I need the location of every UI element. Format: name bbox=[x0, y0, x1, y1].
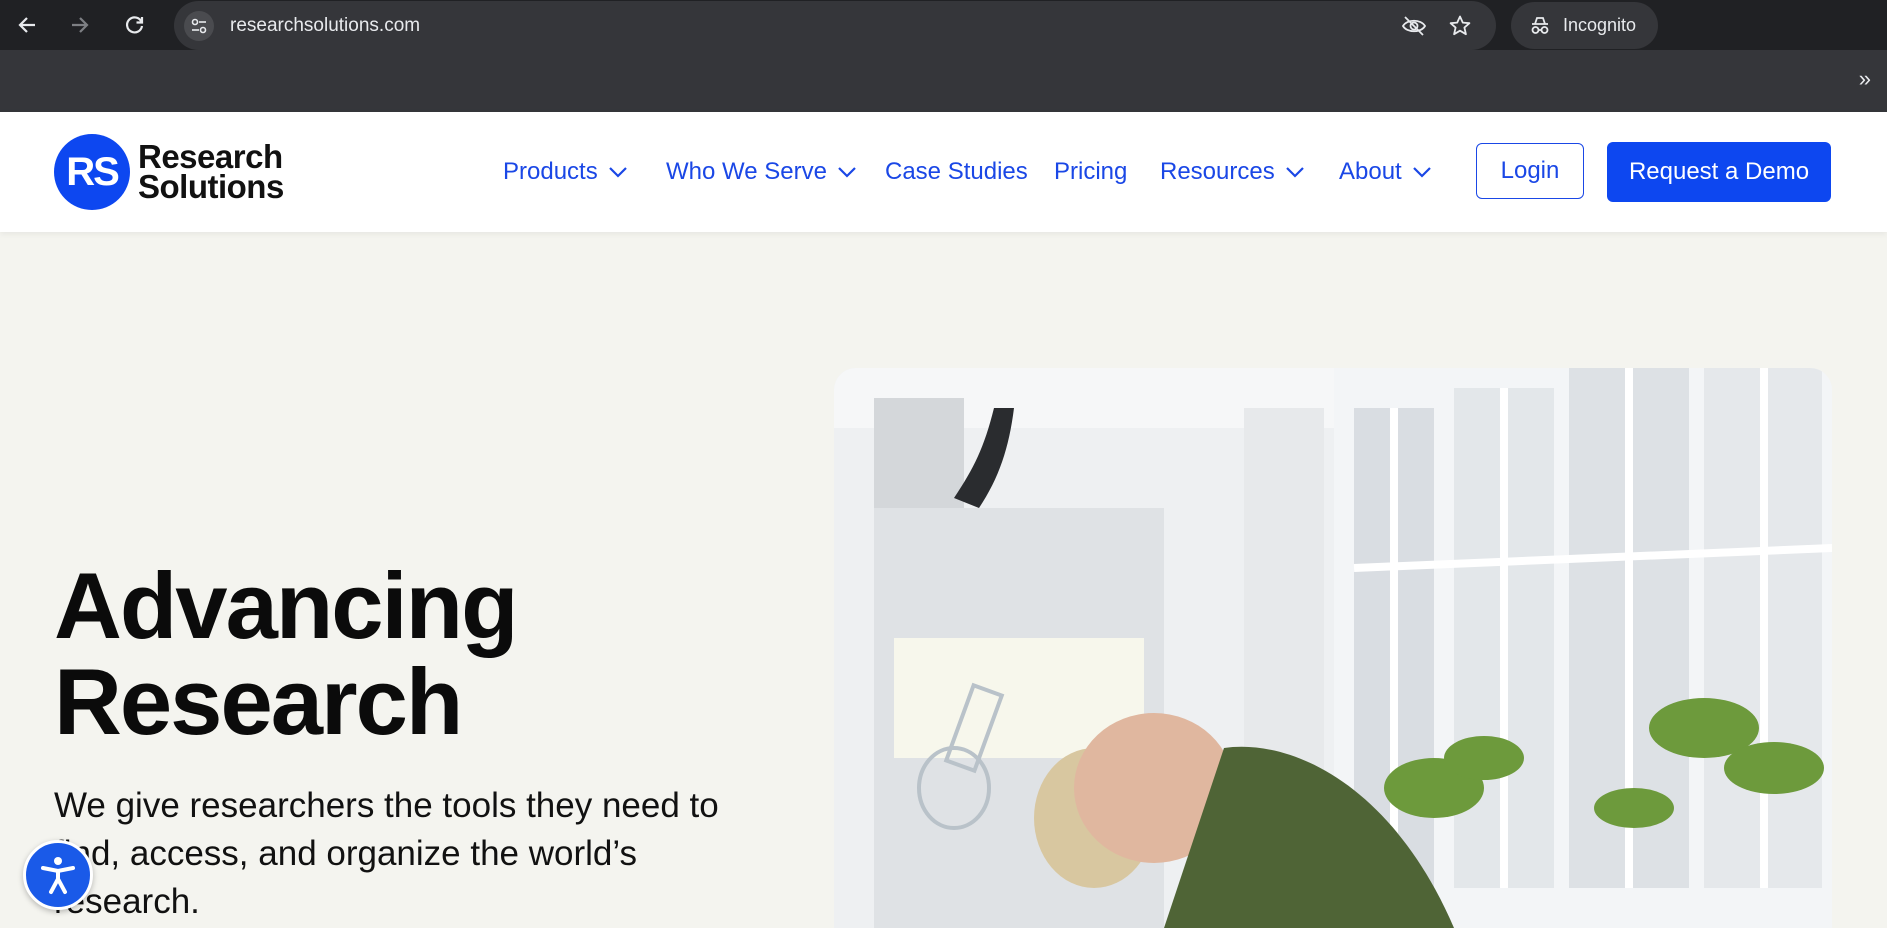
url-text[interactable]: researchsolutions.com bbox=[230, 15, 420, 37]
bookmarks-bar: » bbox=[0, 50, 1887, 112]
lab-scene-illustration bbox=[834, 368, 1832, 928]
hero-title: Advancing Research bbox=[54, 558, 519, 750]
nav-resources-label: Resources bbox=[1160, 158, 1275, 185]
login-button[interactable]: Login bbox=[1476, 143, 1584, 199]
chevron-down-icon bbox=[837, 166, 857, 178]
chevron-down-icon bbox=[1412, 166, 1432, 178]
nav-about[interactable]: About bbox=[1339, 158, 1432, 186]
incognito-icon bbox=[1529, 16, 1551, 36]
nav-products-label: Products bbox=[503, 158, 598, 185]
accessibility-button[interactable] bbox=[23, 840, 93, 910]
site-info-button[interactable] bbox=[184, 11, 214, 41]
nav-about-label: About bbox=[1339, 158, 1402, 185]
site-header: RS Research Solutions Products Who We Se… bbox=[0, 112, 1887, 232]
chevron-down-icon bbox=[608, 166, 628, 178]
accessibility-icon bbox=[41, 857, 75, 894]
nav-pricing-label: Pricing bbox=[1054, 158, 1128, 185]
nav-who-we-serve-label: Who We Serve bbox=[666, 158, 827, 185]
reload-icon bbox=[125, 16, 144, 34]
nav-who-we-serve[interactable]: Who We Serve bbox=[666, 158, 857, 186]
hero-lab-photo bbox=[834, 368, 1832, 928]
star-icon bbox=[1449, 15, 1471, 36]
browser-toolbar: researchsolutions.com Incognito bbox=[0, 0, 1887, 50]
address-bar[interactable]: researchsolutions.com bbox=[174, 1, 1496, 50]
site-logo[interactable]: RS Research Solutions bbox=[54, 134, 284, 210]
tune-icon bbox=[191, 18, 207, 34]
nav-case-studies-label: Case Studies bbox=[885, 158, 1028, 185]
logo-line-2: Solutions bbox=[138, 168, 284, 205]
nav-pricing[interactable]: Pricing bbox=[1054, 158, 1127, 186]
incognito-label: Incognito bbox=[1563, 15, 1637, 35]
nav-resources[interactable]: Resources bbox=[1160, 158, 1305, 186]
nav-products[interactable]: Products bbox=[503, 158, 628, 186]
logo-wordmark: Research Solutions bbox=[138, 140, 284, 205]
hero-title-line-1: Advancing bbox=[54, 553, 519, 658]
hero-subtitle: We give researchers the tools they need … bbox=[54, 786, 719, 921]
nav-case-studies[interactable]: Case Studies bbox=[885, 158, 1028, 186]
tracking-protection-button[interactable] bbox=[1400, 13, 1428, 39]
more-bookmarks-button[interactable]: » bbox=[1859, 66, 1871, 92]
back-button[interactable] bbox=[12, 10, 42, 40]
request-demo-button[interactable]: Request a Demo bbox=[1607, 142, 1831, 202]
incognito-indicator[interactable]: Incognito bbox=[1511, 2, 1658, 49]
bookmark-button[interactable] bbox=[1446, 13, 1474, 39]
back-arrow-icon bbox=[18, 17, 35, 33]
logo-mark: RS bbox=[54, 134, 130, 210]
eye-off-icon bbox=[1401, 16, 1427, 36]
forward-button[interactable] bbox=[65, 10, 95, 40]
reload-button[interactable] bbox=[120, 10, 150, 40]
chevron-down-icon bbox=[1285, 166, 1305, 178]
hero-title-line-2: Research bbox=[54, 649, 463, 754]
forward-arrow-icon bbox=[72, 17, 89, 33]
